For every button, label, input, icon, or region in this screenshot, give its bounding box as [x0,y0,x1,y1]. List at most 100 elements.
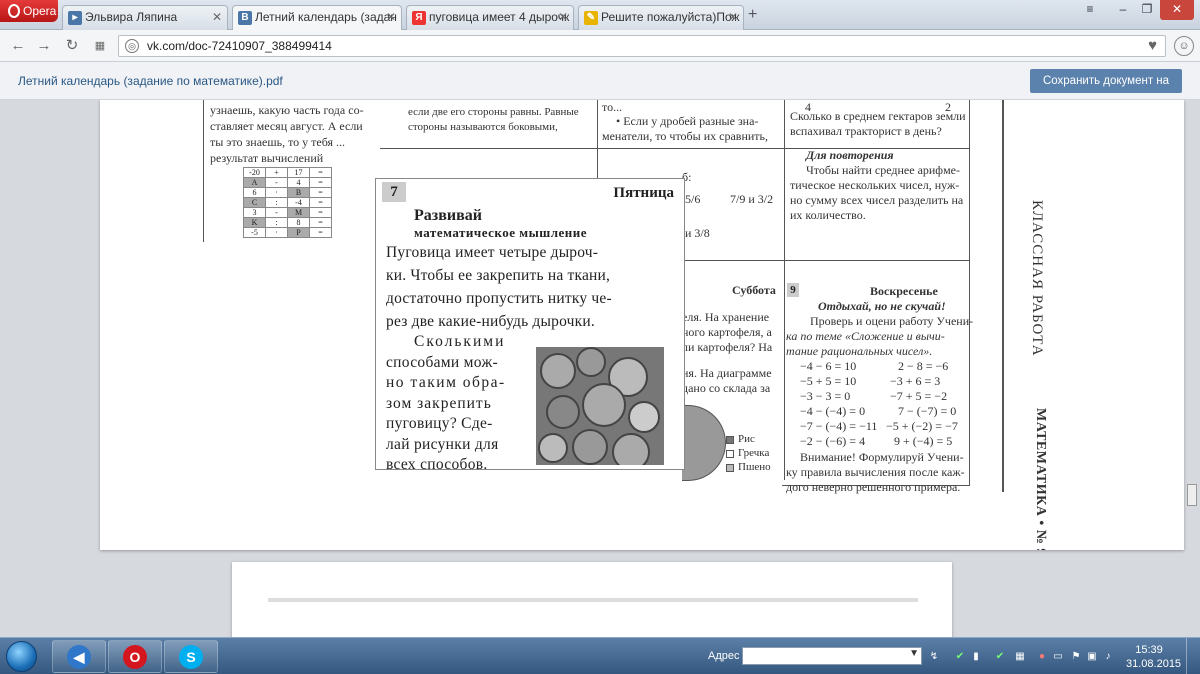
text-line: дого неверно решенного примера. [786,480,961,494]
table-cell: + [265,167,288,178]
table-cell: · [265,187,288,198]
button-shape [572,429,608,465]
heart-icon[interactable]: ♥ [1148,37,1157,54]
close-icon[interactable]: ✕ [212,6,222,29]
tab-button-search[interactable]: Я пуговица имеет 4 дырочк ✕ [406,5,574,30]
equation: −5 + (−2) = −7 [886,419,958,433]
close-icon[interactable]: ✕ [728,6,738,29]
table-cell: P [287,227,310,238]
fraction: и 3/8 [685,226,710,240]
table-cell: -4 [287,197,310,208]
equation: −7 − (−4) = −11 [800,419,878,433]
table-cell: = [309,177,332,188]
taskbar-opera[interactable]: O [108,640,162,673]
button-shape [582,383,626,427]
taskbar-media-player[interactable]: ◀ [52,640,106,673]
scrollbar-thumb[interactable] [1187,484,1197,506]
save-document-button[interactable]: Сохранить документ на диск [1030,69,1182,111]
address-toolbar-label: Адрес [708,650,740,662]
button-shape [538,433,568,463]
volume-icon[interactable]: ♪ [1102,651,1114,663]
start-button[interactable] [2,638,42,674]
text-line: вспахивал тракторист в день? [790,124,942,138]
text-line: тание рациональных чисел». [786,344,933,358]
tab-elvira[interactable]: ▸ Эльвира Ляпина ✕ [62,5,228,30]
text-line: Проверь и оцени работу Учени- [810,314,974,328]
close-window-icon[interactable]: ✕ [1160,0,1194,20]
check-icon[interactable]: ✔ [954,651,966,663]
text-line: рез две какие-нибудь дырочки. [386,313,595,330]
opera-menu-label: Opera [23,4,57,18]
text-line: Чтобы найти среднее арифме- [806,163,961,177]
button-shape [540,353,576,389]
day-title: Воскресенье [870,284,938,298]
table-cell: 8 [287,217,310,228]
tab-solve-please[interactable]: ✎ Решите пожалуйста)Пож ✕ [578,5,744,30]
url-input[interactable]: ◎ vk.com/doc-72410907_388499414 ♥ [118,35,1166,57]
text-line: узнаешь, какую часть года со- [210,103,364,117]
text-line: ли картофеля? На [682,340,773,354]
equation: −3 − 3 = 0 [800,389,851,403]
equation: −7 + 5 = −2 [890,389,948,403]
document-viewer[interactable]: узнаешь, какую часть года со- ставляет м… [0,100,1200,637]
button-shape [546,395,580,429]
new-tab-button[interactable]: + [748,6,757,24]
friday-card: 7 Пятница Развивай математическое мышлен… [375,178,685,473]
text-line: • Если у дробей разные зна- [616,114,759,128]
day-number: 9 [787,283,799,297]
column-divider [784,100,785,480]
network-icon[interactable]: ▣ [1086,651,1098,663]
antivirus-icon[interactable]: ● [1036,651,1048,663]
speed-dial-icon[interactable]: ▦ [90,36,110,56]
pie-chart [682,405,726,481]
opera-menu-button[interactable]: Opera [0,0,58,22]
button-shape [576,347,606,377]
table-cell: -5 [243,227,266,238]
taskbar-skype[interactable]: S [164,640,218,673]
signal-icon[interactable]: ▮ [970,651,982,663]
forward-arrow-icon[interactable]: → [34,36,54,56]
tab-calendar[interactable]: B Летний календарь (задан ✕ [232,5,402,31]
display-icon[interactable]: ▭ [1052,651,1064,663]
text-line: ки. Чтобы ее закрепить на ткани, [386,267,611,284]
network-check-icon[interactable]: ✔ [994,651,1006,663]
task-table: -20 +17 = A -4 = 6 · B = C: -4 = 3- M = K:8 = -5 · P = [243,167,332,238]
equation: −5 + 5 = 10 [800,374,857,388]
tab-menu-icon[interactable]: ≡ [1078,0,1102,20]
flag-icon[interactable]: ⚑ [1070,651,1082,663]
text-line: достаточно пропустить нитку че- [386,290,612,307]
go-arrow-icon[interactable]: ↯ [928,651,940,663]
table-cell: 17 [287,167,310,178]
text-line: но сумму всех чисел разделить на [790,193,964,207]
clock[interactable]: 15:39 31.08.2015 [1126,643,1181,671]
url-text: vk.com/doc-72410907_388499414 [147,39,332,53]
account-icon[interactable]: ☺ [1174,36,1194,56]
close-icon[interactable]: ✕ [386,6,396,29]
reload-icon[interactable]: ↻ [62,36,82,56]
minimize-icon[interactable]: – [1112,0,1134,20]
spine-label: КЛАССНАЯ РАБОТА [1029,200,1045,357]
address-toolbar-input[interactable]: ▼ [742,647,922,665]
button-shape [628,401,660,433]
windows-icon[interactable]: ▦ [1014,651,1026,663]
maximize-icon[interactable]: ❐ [1136,0,1158,20]
legend-swatch [726,436,734,444]
friday-text: Пуговица имеет четыре дыроч- ки. Чтобы е… [386,241,612,333]
close-icon[interactable]: ✕ [558,6,568,29]
text-line: Сколько в среднем гектаров земли [790,109,966,123]
site-info-icon[interactable]: ◎ [125,39,139,53]
heading: Развивай [414,207,482,224]
equation: −4 − 6 = 10 [800,359,857,373]
text-line: всех способов. [386,456,488,473]
tab-title: Летний календарь (задан [255,10,397,24]
legend-label: Пшено [738,461,771,473]
text-line: Внимание! Формулируй Учени- [800,450,964,464]
equation: 2 − 8 = −6 [898,359,949,373]
page-rule [268,598,918,602]
pdf-page-2 [232,562,952,637]
text-line: ия. На диаграмме [682,366,772,380]
back-arrow-icon[interactable]: ← [8,36,28,56]
table-cell: 4 [287,177,310,188]
chevron-down-icon[interactable]: ▼ [909,648,919,659]
show-desktop-button[interactable] [1186,638,1200,674]
